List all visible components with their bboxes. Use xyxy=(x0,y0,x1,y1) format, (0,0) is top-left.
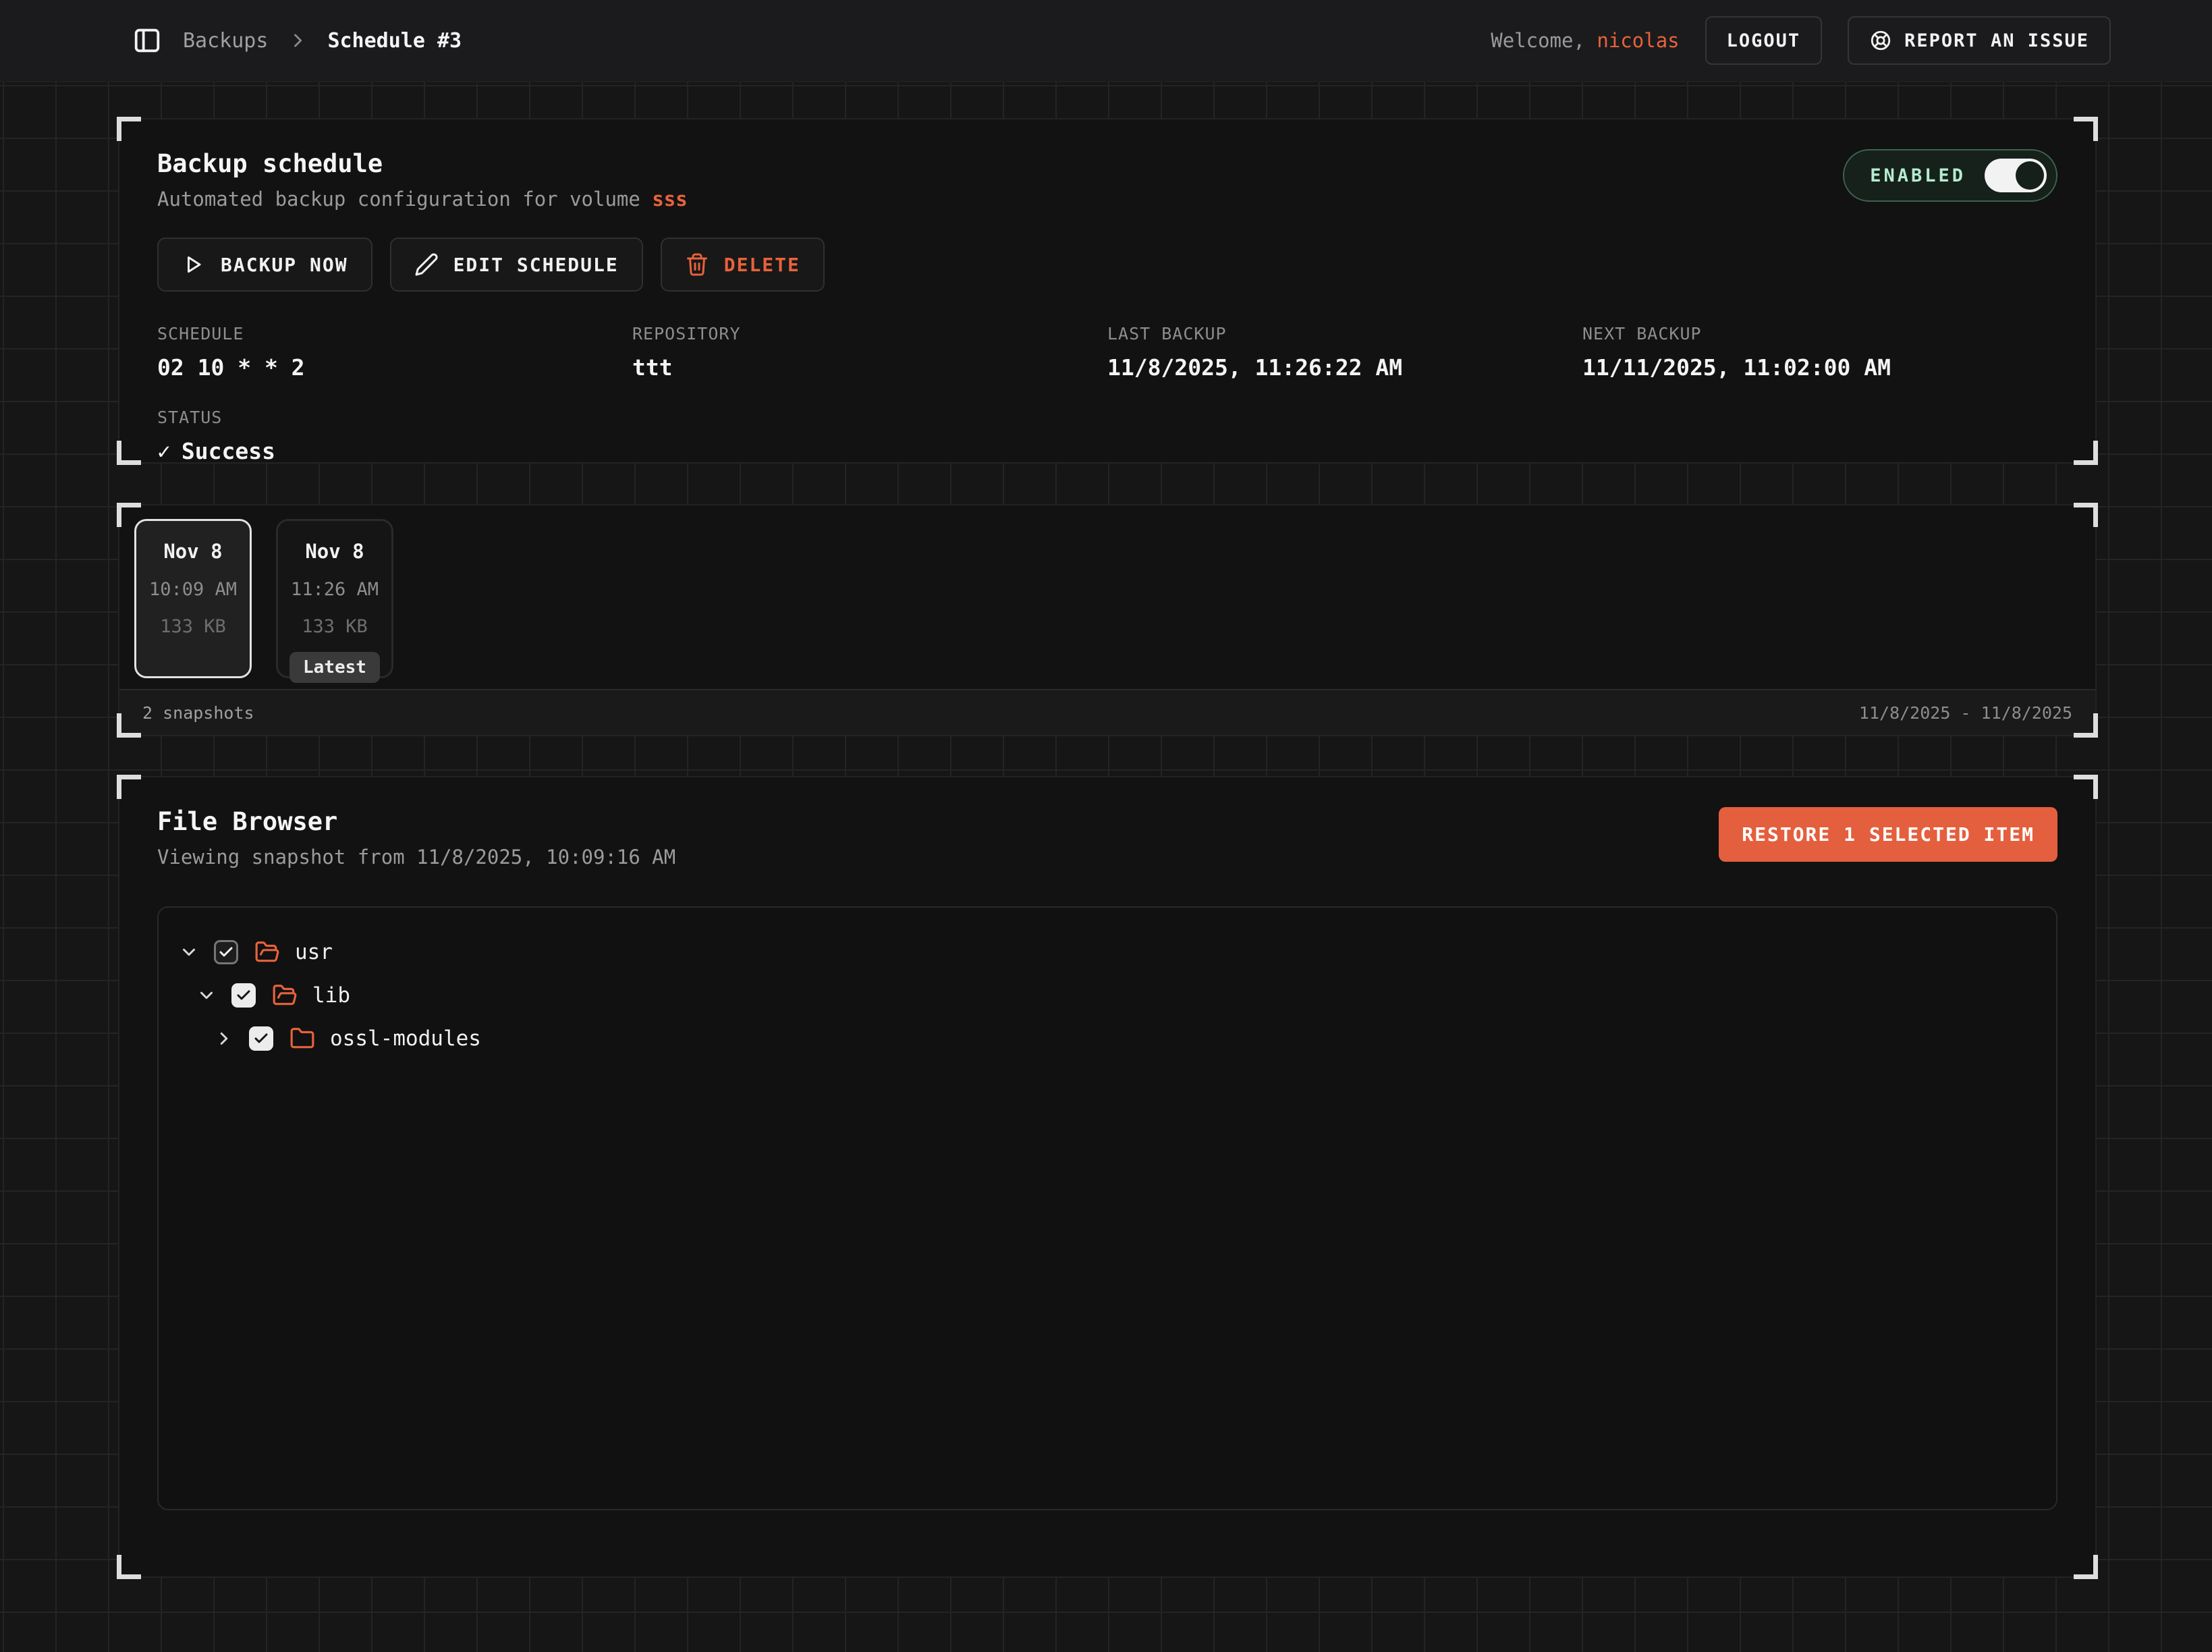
status-value: ✓ Success xyxy=(157,438,2057,464)
corner-bracket xyxy=(2074,117,2098,141)
file-browser-title: File Browser xyxy=(157,807,675,836)
toggle-knob xyxy=(2016,161,2044,190)
restore-selected-button[interactable]: RESTORE 1 SELECTED ITEM xyxy=(1719,807,2057,862)
tree-checkbox[interactable] xyxy=(249,1026,273,1051)
snapshot-date: Nov 8 xyxy=(163,540,222,563)
breadcrumb: Backups Schedule #3 xyxy=(132,25,462,56)
tree-item-name: lib xyxy=(312,983,350,1008)
report-issue-button[interactable]: REPORT AN ISSUE xyxy=(1848,16,2111,65)
file-browser-panel: File Browser Viewing snapshot from 11/8/… xyxy=(118,776,2097,1578)
check-icon xyxy=(253,1030,269,1047)
tree-row[interactable]: ossl-modules xyxy=(214,1017,2036,1060)
breadcrumb-current: Schedule #3 xyxy=(327,29,462,53)
chevron-down-icon[interactable] xyxy=(179,942,199,962)
field-repository: REPOSITORY ttt xyxy=(632,324,1107,381)
field-label: STATUS xyxy=(157,408,2057,427)
logout-button[interactable]: LOGOUT xyxy=(1705,16,1823,65)
field-label: SCHEDULE xyxy=(157,324,632,343)
status-text: Success xyxy=(182,438,275,464)
field-status: STATUS ✓ Success xyxy=(157,408,2057,464)
snapshot-time: 11:26 AM xyxy=(291,579,379,600)
chevron-down-icon[interactable] xyxy=(196,985,217,1006)
corner-bracket xyxy=(117,1555,141,1579)
delete-button[interactable]: DELETE xyxy=(661,238,825,292)
edit-schedule-button[interactable]: EDIT SCHEDULE xyxy=(390,238,643,292)
field-value: 02 10 * * 2 xyxy=(157,354,632,381)
snapshot-time: 10:09 AM xyxy=(149,579,237,600)
field-label: REPOSITORY xyxy=(632,324,1107,343)
corner-bracket xyxy=(117,117,141,141)
snapshot-date-range: 11/8/2025 - 11/8/2025 xyxy=(1859,703,2072,723)
schedule-fields: SCHEDULE 02 10 * * 2 REPOSITORY ttt LAST… xyxy=(157,324,2057,381)
tree-item-name: usr xyxy=(295,940,333,964)
snapshot-date: Nov 8 xyxy=(305,540,364,563)
corner-bracket xyxy=(117,775,141,799)
tree-item-name: ossl-modules xyxy=(330,1026,481,1051)
tree-checkbox[interactable] xyxy=(214,940,238,964)
field-value: ttt xyxy=(632,354,1107,381)
report-issue-label: REPORT AN ISSUE xyxy=(1904,30,2089,51)
corner-bracket xyxy=(2074,1555,2098,1579)
snapshot-count: 2 snapshots xyxy=(142,703,254,723)
field-next-backup: NEXT BACKUP 11/11/2025, 11:02:00 AM xyxy=(1582,324,2057,381)
breadcrumb-backups[interactable]: Backups xyxy=(183,29,268,53)
tree-row[interactable]: lib xyxy=(196,974,2036,1017)
folder-closed-icon xyxy=(289,1026,315,1051)
field-value: 11/8/2025, 11:26:22 AM xyxy=(1107,354,1582,381)
topbar-right: Welcome, nicolas LOGOUT REPORT AN ISSUE xyxy=(1491,16,2111,65)
check-icon xyxy=(236,987,252,1003)
backup-now-label: BACKUP NOW xyxy=(221,254,348,276)
pencil-icon xyxy=(414,252,439,277)
tree-checkbox[interactable] xyxy=(231,983,256,1008)
corner-bracket xyxy=(2074,775,2098,799)
backup-now-button[interactable]: BACKUP NOW xyxy=(157,238,372,292)
snapshot-size: 133 KB xyxy=(302,616,368,637)
enabled-toggle[interactable]: ENABLED xyxy=(1843,149,2057,202)
latest-badge: Latest xyxy=(289,652,380,683)
toggle-switch[interactable] xyxy=(1985,159,2047,192)
file-tree: usr lib xyxy=(157,906,2057,1510)
panel-subtitle: Automated backup configuration for volum… xyxy=(157,188,688,211)
lifebuoy-icon xyxy=(1869,29,1892,52)
snapshot-card-list: Nov 8 10:09 AM 133 KB Nov 8 11:26 AM 133… xyxy=(119,505,2095,692)
volume-name: sss xyxy=(652,188,687,211)
file-browser-subtitle: Viewing snapshot from 11/8/2025, 10:09:1… xyxy=(157,846,675,869)
trash-icon xyxy=(685,252,709,277)
folder-open-icon xyxy=(254,939,280,965)
enabled-label: ENABLED xyxy=(1870,165,1966,186)
snapshot-card[interactable]: Nov 8 11:26 AM 133 KB Latest xyxy=(276,519,393,678)
snapshots-panel: Nov 8 10:09 AM 133 KB Nov 8 11:26 AM 133… xyxy=(118,504,2097,736)
play-icon xyxy=(182,252,206,277)
backup-schedule-panel: Backup schedule Automated backup configu… xyxy=(118,118,2097,464)
chevron-right-icon[interactable] xyxy=(214,1028,234,1049)
check-icon: ✓ xyxy=(157,438,171,464)
field-schedule: SCHEDULE 02 10 * * 2 xyxy=(157,324,632,381)
welcome-text: Welcome, nicolas xyxy=(1491,29,1679,52)
sidebar-toggle-icon[interactable] xyxy=(132,25,163,56)
logout-label: LOGOUT xyxy=(1727,30,1801,51)
corner-bracket xyxy=(117,441,141,465)
panel-title: Backup schedule xyxy=(157,149,688,178)
snapshot-card[interactable]: Nov 8 10:09 AM 133 KB xyxy=(134,519,252,678)
field-label: LAST BACKUP xyxy=(1107,324,1582,343)
check-icon xyxy=(218,944,234,960)
tree-row[interactable]: usr xyxy=(179,931,2036,974)
folder-open-icon xyxy=(272,983,298,1008)
chevron-right-icon xyxy=(288,31,307,50)
delete-label: DELETE xyxy=(724,254,800,276)
topbar: Backups Schedule #3 Welcome, nicolas LOG… xyxy=(0,0,2212,82)
corner-bracket xyxy=(2074,441,2098,465)
snapshot-size: 133 KB xyxy=(160,616,226,637)
username: nicolas xyxy=(1597,29,1679,52)
field-last-backup: LAST BACKUP 11/8/2025, 11:26:22 AM xyxy=(1107,324,1582,381)
edit-schedule-label: EDIT SCHEDULE xyxy=(453,254,619,276)
snapshots-footer: 2 snapshots 11/8/2025 - 11/8/2025 xyxy=(119,689,2095,735)
field-label: NEXT BACKUP xyxy=(1582,324,2057,343)
field-value: 11/11/2025, 11:02:00 AM xyxy=(1582,354,2057,381)
